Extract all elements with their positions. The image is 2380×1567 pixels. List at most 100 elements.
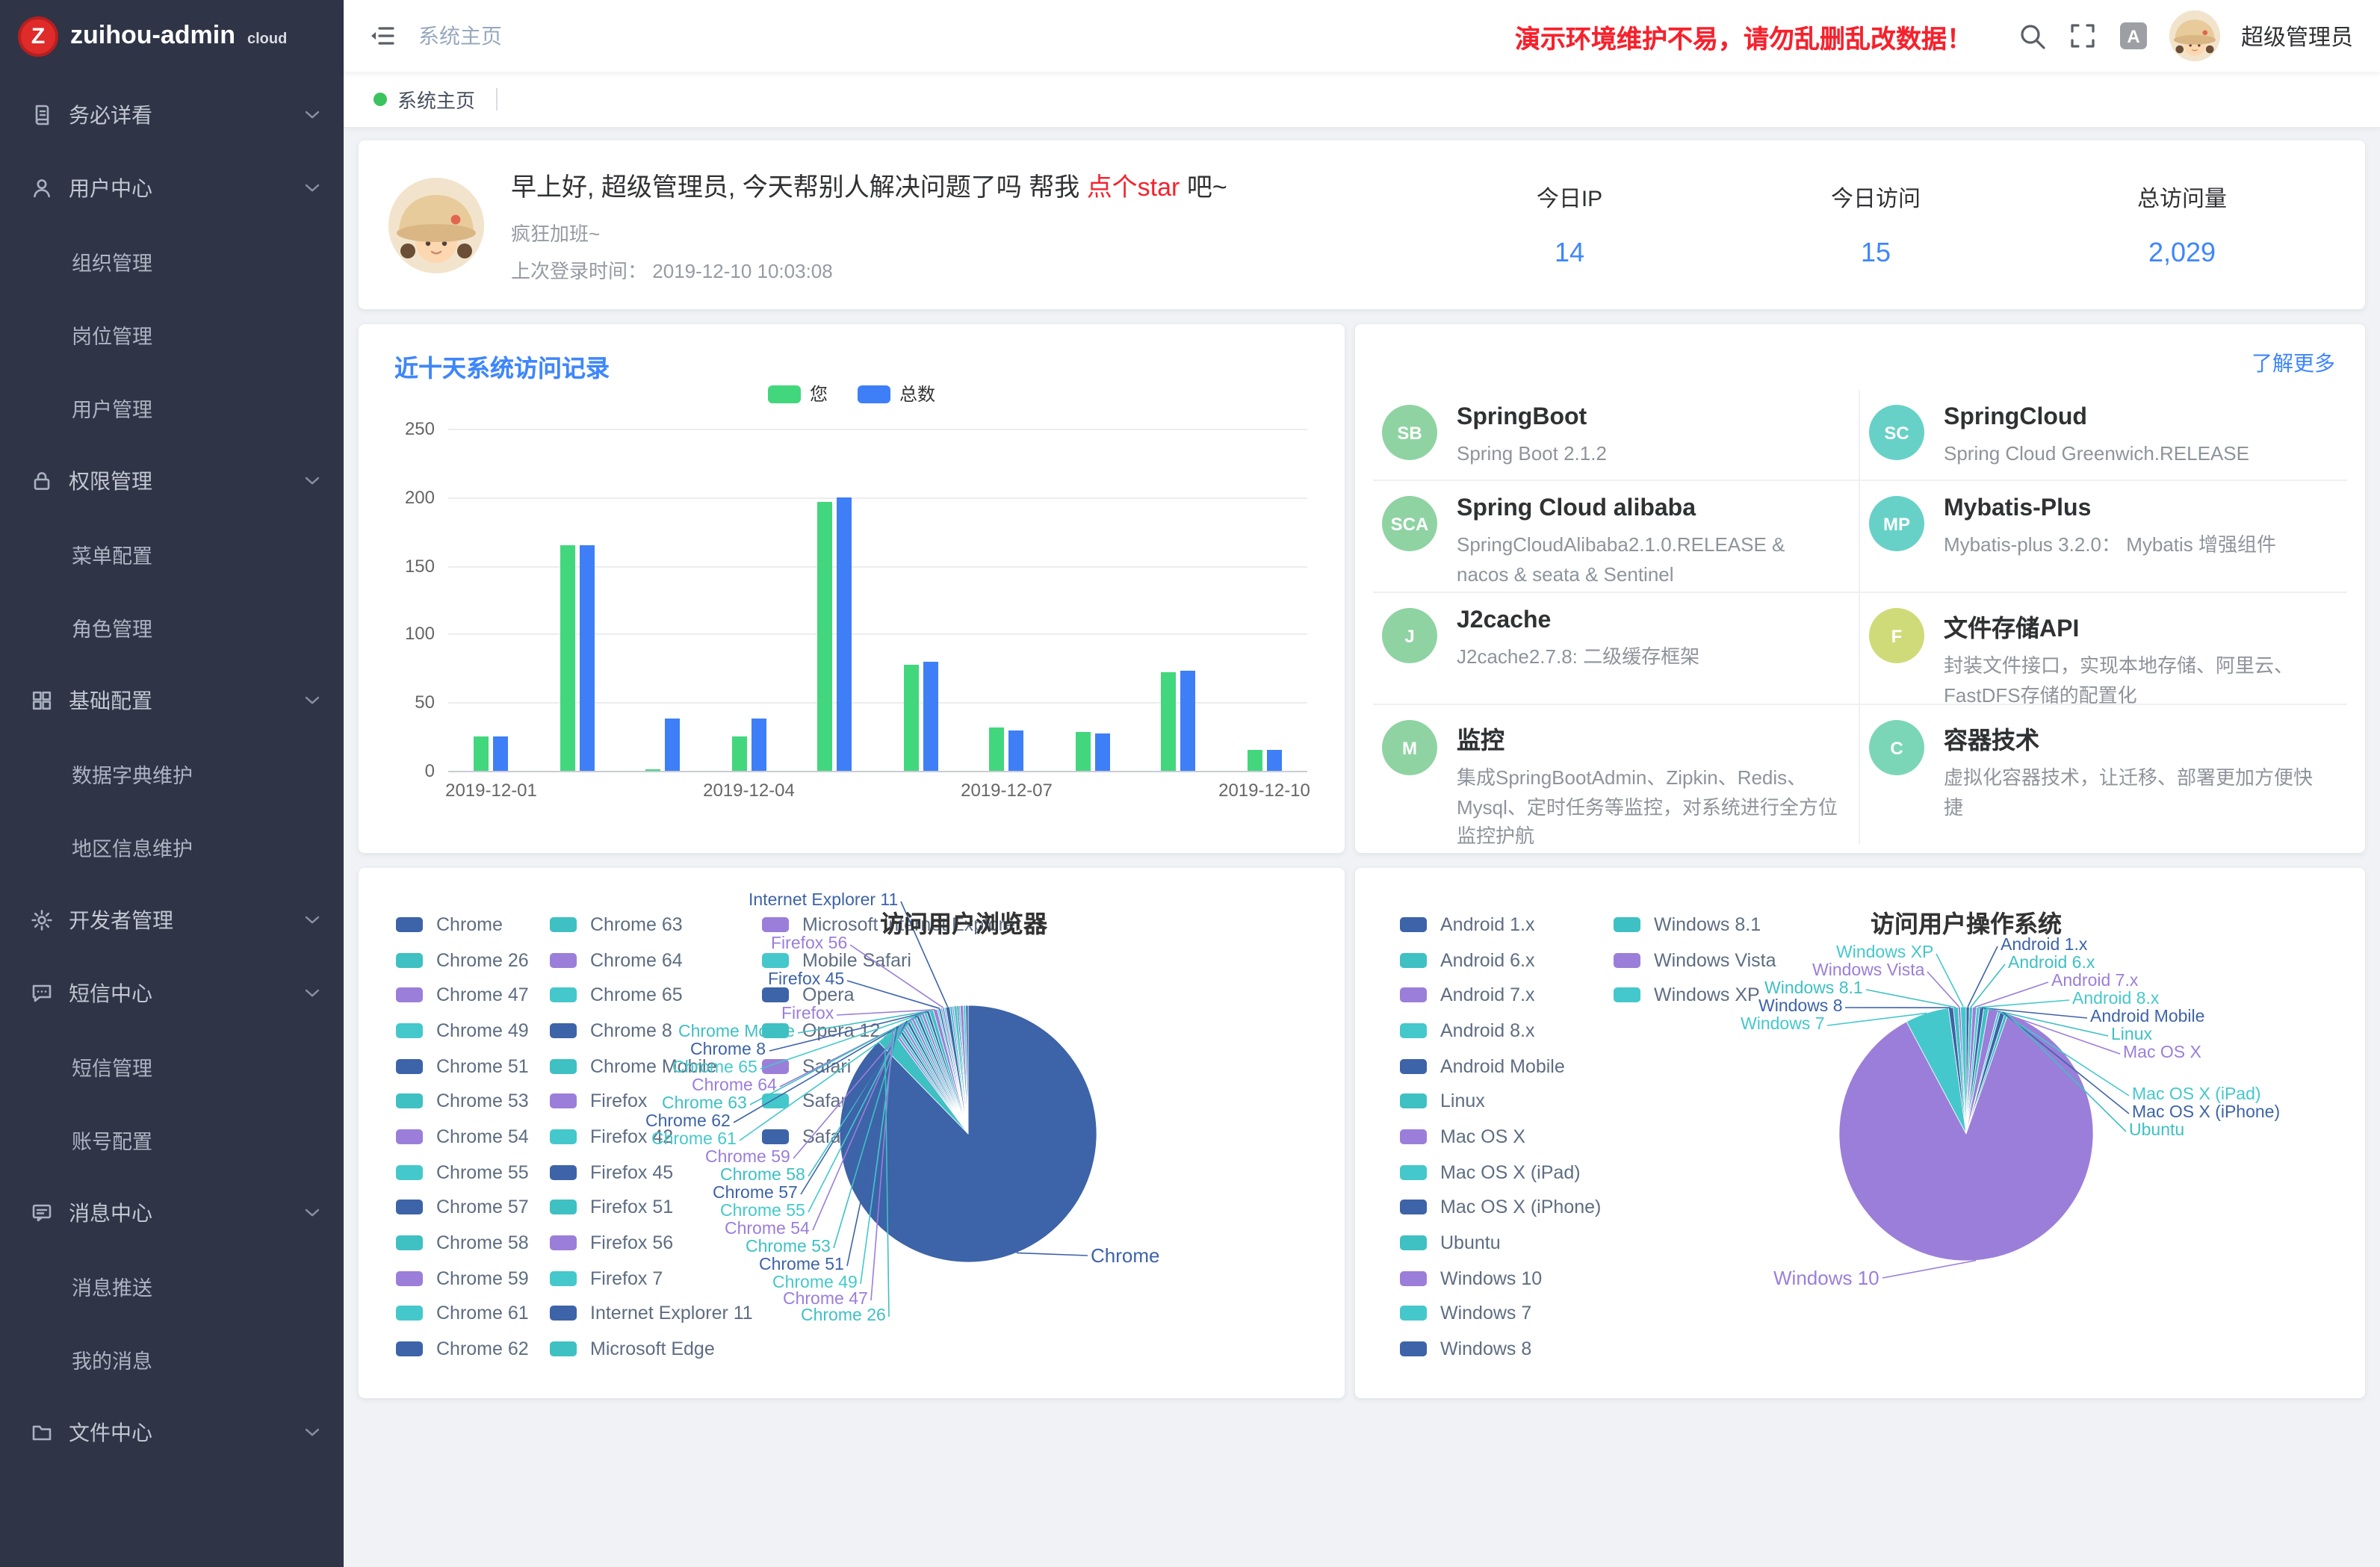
bar [494, 736, 509, 771]
pie-callout-label: Android 7.x [2051, 972, 2138, 992]
sidebar-subitem[interactable]: 消息推送 [0, 1249, 344, 1322]
sidebar-item-1[interactable]: 用户中心 [0, 151, 344, 224]
pie-callout-label: Chrome [1091, 1246, 1160, 1265]
os-pie-card: Android 1.xAndroid 6.xAndroid 7.xAndroid… [1355, 868, 2365, 1398]
sidebar-subitem[interactable]: 数据字典维护 [0, 736, 344, 810]
tech-card: 了解更多 SBSpringBootSpring Boot 2.1.2SCSpri… [1355, 324, 2365, 853]
legend-chip [768, 385, 801, 403]
bar [990, 727, 1005, 771]
sidebar-subitem[interactable]: 角色管理 [0, 590, 344, 663]
sidebar-item-0[interactable]: 务必详看 [0, 78, 344, 151]
main-content: 早上好, 超级管理员, 今天帮别人解决问题了吗 帮我 点个star 吧~ 疯狂加… [344, 128, 2380, 1567]
sidebar-item-4[interactable]: 开发者管理 [0, 883, 344, 956]
bar-group [792, 429, 878, 771]
y-tick-label: 100 [405, 624, 435, 645]
font-size-icon[interactable]: A [2119, 21, 2148, 51]
pie-callout-label: Internet Explorer 11 [749, 892, 898, 911]
sidebar-subitem[interactable]: 用户管理 [0, 370, 344, 444]
app-title-suffix: cloud [247, 31, 287, 48]
sidebar-item-label: 文件中心 [69, 1417, 305, 1447]
visits-title: 近十天系统访问记录 [394, 348, 610, 384]
sidebar-item-7[interactable]: 文件中心 [0, 1395, 344, 1468]
sidebar-item-label: 务必详看 [69, 99, 305, 129]
sms-icon [30, 981, 54, 1005]
pie-callout-label: Chrome 63 [662, 1095, 747, 1114]
sidebar-subitem[interactable]: 菜单配置 [0, 517, 344, 590]
tech-name: 容器技术 [1944, 720, 2326, 756]
tab-label: 系统主页 [397, 85, 475, 114]
legend-item[interactable]: 总数 [858, 381, 935, 406]
pie-callout-label: Android Mobile [2090, 1008, 2204, 1028]
bar [474, 736, 489, 771]
logo-icon: Z [18, 16, 58, 56]
browser-pie-card: ChromeChrome 26Chrome 47Chrome 49Chrome … [359, 868, 1345, 1398]
sidebar-item-2[interactable]: 权限管理 [0, 444, 344, 517]
tech-desc: Spring Cloud Greenwich.RELEASE [1944, 439, 2249, 468]
sidebar-subitem[interactable]: 账号配置 [0, 1102, 344, 1176]
bar [904, 664, 919, 771]
bar [1009, 730, 1024, 771]
tech-desc: Spring Boot 2.1.2 [1457, 439, 1607, 468]
learn-more-link[interactable]: 了解更多 [2252, 348, 2335, 378]
sidebar-item-5[interactable]: 短信中心 [0, 956, 344, 1029]
sidebar-item-6[interactable]: 消息中心 [0, 1176, 344, 1249]
tech-item: C容器技术虚拟化容器技术，让迁移、部署更加方便快捷 [1860, 704, 2347, 844]
tech-badge: J [1382, 608, 1437, 663]
x-tick-label: 2019-12-10 [1218, 780, 1310, 801]
tech-name: 文件存储API [1944, 608, 2326, 644]
sidebar-subitem[interactable]: 岗位管理 [0, 297, 344, 370]
bar-group [1050, 429, 1135, 771]
stat: 总访问量2,029 [2029, 181, 2335, 268]
tab-home[interactable]: 系统主页 [368, 72, 481, 127]
sidebar-item-label: 权限管理 [69, 465, 305, 495]
sidebar-item-3[interactable]: 基础配置 [0, 663, 344, 736]
bar-chart-legend: 您 总数 [359, 381, 1345, 406]
greeting-title: 早上好, 超级管理员, 今天帮别人解决问题了吗 帮我 点个star 吧~ [511, 166, 1227, 203]
fullscreen-icon[interactable] [2068, 21, 2098, 51]
legend-item[interactable]: 您 [768, 381, 828, 406]
tech-badge: SB [1382, 405, 1437, 460]
tab-divider [496, 88, 498, 111]
tech-name: 监控 [1457, 720, 1838, 756]
tech-item: MPMybatis-PlusMybatis-plus 3.2.0： Mybati… [1860, 480, 2347, 592]
pie-callout-label: Chrome 65 [672, 1059, 757, 1079]
tech-desc: 封装文件接口，实现本地存储、阿里云、FastDFS存储的配置化 [1944, 651, 2326, 704]
pie-callout-label: Mac OS X [2123, 1044, 2201, 1064]
logo[interactable]: Z zuihou-admin cloud [0, 0, 344, 72]
y-tick-label: 200 [405, 487, 435, 508]
username[interactable]: 超级管理员 [2241, 20, 2353, 52]
pie-callout-label: Android 8.x [2072, 990, 2159, 1010]
tech-item: SBSpringBootSpring Boot 2.1.2 [1373, 390, 1860, 480]
y-tick-label: 0 [425, 760, 435, 781]
tech-desc: 虚拟化容器技术，让迁移、部署更加方便快捷 [1944, 763, 2326, 822]
pie-leader-line [1971, 964, 2005, 1007]
bar-group [878, 429, 964, 771]
star-link[interactable]: 点个star [1087, 173, 1180, 202]
visits-card: 近十天系统访问记录 您总数 050100150200250 2019-12-01… [359, 324, 1345, 853]
stat-label: 今日访问 [1723, 181, 2029, 213]
last-login-label: 上次登录时间： [511, 260, 647, 282]
chevron-down-icon [305, 476, 320, 485]
pie-callout-label: Firefox [781, 1005, 834, 1025]
user-avatar[interactable] [2169, 10, 2220, 61]
message-icon [30, 1200, 54, 1224]
pie-callout-label: Android 6.x [2008, 955, 2095, 974]
pie-callout-label: Windows 8.1 [1764, 980, 1863, 999]
search-icon[interactable] [2017, 21, 2047, 51]
bar-group [706, 429, 792, 771]
legend-label: 您 [810, 381, 828, 406]
chevron-down-icon [305, 915, 320, 924]
y-tick-label: 50 [415, 692, 435, 713]
bar-group [1135, 429, 1221, 771]
stat-value: 15 [1723, 237, 2029, 268]
collapse-menu-icon[interactable] [368, 21, 397, 51]
bar [1095, 734, 1110, 771]
sidebar-subitem[interactable]: 组织管理 [0, 224, 344, 297]
pie-callout-label: Windows XP [1836, 944, 1933, 964]
pie-callout-label: Linux [2111, 1026, 2152, 1046]
last-login-value: 2019-12-10 10:03:08 [652, 260, 832, 282]
tech-name: Mybatis-Plus [1944, 496, 2276, 523]
sidebar-subitem[interactable]: 我的消息 [0, 1322, 344, 1395]
sidebar-subitem[interactable]: 地区信息维护 [0, 810, 344, 883]
sidebar-subitem[interactable]: 短信管理 [0, 1029, 344, 1102]
